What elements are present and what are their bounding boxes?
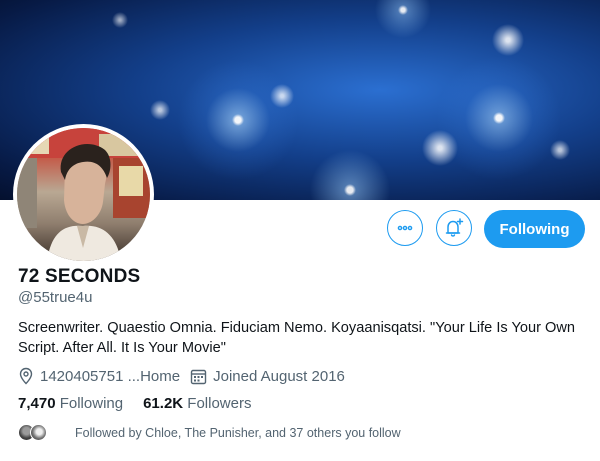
- profile-name: 72 SECONDS: [18, 266, 141, 287]
- following-stat-label: Following: [59, 395, 124, 412]
- more-options-button[interactable]: [387, 210, 423, 246]
- followers-stat-label: Followers: [187, 395, 252, 412]
- followers-count: 61.2K: [143, 395, 184, 412]
- followers-stat-link[interactable]: 61.2K Followers: [143, 395, 251, 412]
- following-button[interactable]: Following: [484, 210, 585, 248]
- location-item: 1420405751 ...Home: [18, 367, 180, 385]
- following-count: 7,470: [18, 395, 56, 412]
- profile-handle: @55true4u: [18, 289, 93, 306]
- avatar[interactable]: [17, 128, 150, 261]
- location-text: 1420405751 ...Home: [40, 367, 181, 385]
- joined-item: Joined August 2016: [190, 368, 345, 385]
- more-options-icon: [397, 225, 413, 231]
- followed-by-text: Followed by Chloe, The Punisher, and 37 …: [75, 425, 401, 440]
- location-pin-icon: [19, 367, 33, 385]
- profile-meta: 1420405751 ...Home Joined August 2016: [18, 366, 355, 386]
- joined-text: Joined August 2016: [213, 367, 345, 385]
- followed-by-row[interactable]: Followed by Chloe, The Punisher, and 37 …: [18, 424, 401, 441]
- profile-stats: 7,470 Following 61.2K Followers: [18, 395, 271, 412]
- follower-avatar: [30, 424, 47, 441]
- calendar-icon: [190, 369, 207, 384]
- following-stat-link[interactable]: 7,470 Following: [18, 395, 123, 412]
- bell-plus-icon: [445, 218, 464, 237]
- avatar-photo: [17, 128, 150, 261]
- profile-bio: Screenwriter. Quaestio Omnia. Fiduciam N…: [18, 320, 576, 356]
- notifications-button[interactable]: [436, 210, 472, 246]
